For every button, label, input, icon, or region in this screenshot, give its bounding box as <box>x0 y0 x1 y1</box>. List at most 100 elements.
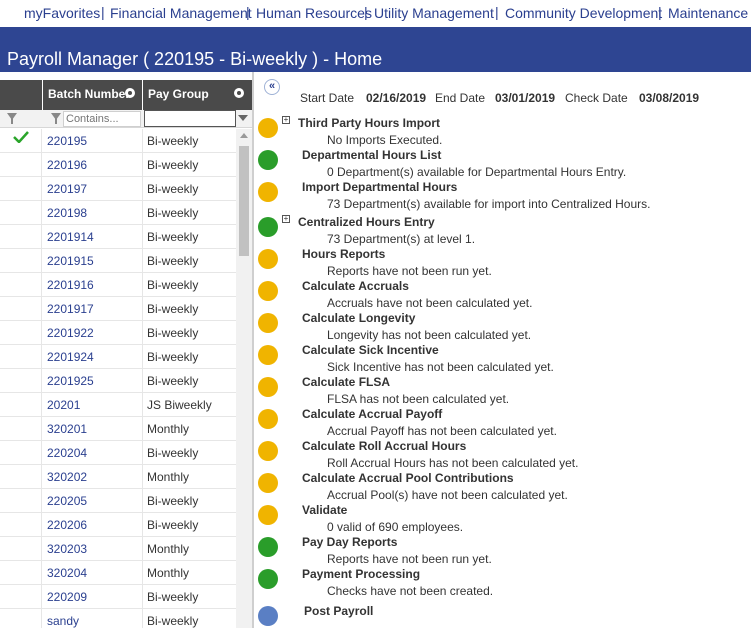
table-row[interactable]: 320203 Monthly <box>0 537 236 561</box>
table-row[interactable]: 220209 Bi-weekly <box>0 585 236 609</box>
row-select-cell[interactable] <box>0 177 42 201</box>
batch-number-link[interactable]: 320204 <box>47 566 87 580</box>
task-name-link[interactable]: Centralized Hours Entry <box>298 215 435 229</box>
table-row[interactable]: 2201916 Bi-weekly <box>0 273 236 297</box>
row-select-cell[interactable] <box>0 561 42 585</box>
scroll-up-icon[interactable] <box>240 133 248 138</box>
row-select-cell[interactable] <box>0 537 42 561</box>
row-select-cell[interactable] <box>0 249 42 273</box>
batch-number-link[interactable]: 2201925 <box>47 374 94 388</box>
expand-plus-icon[interactable]: + <box>282 116 290 124</box>
batch-number-link[interactable]: 2201917 <box>47 302 94 316</box>
grid-scrollbar[interactable] <box>236 129 252 628</box>
task-name-link[interactable]: Departmental Hours List <box>302 148 441 162</box>
batch-number-link[interactable]: 220197 <box>47 182 87 196</box>
task-name-link[interactable]: Calculate Sick Incentive <box>302 343 439 357</box>
task-name-link[interactable]: Calculate Accruals <box>302 279 409 293</box>
table-row[interactable]: 220197 Bi-weekly <box>0 177 236 201</box>
collapse-panel-button[interactable]: « <box>264 79 280 95</box>
row-select-cell[interactable] <box>0 585 42 609</box>
pay-group-filter-dropdown[interactable] <box>144 110 236 127</box>
task-name-link[interactable]: Calculate Longevity <box>302 311 415 325</box>
batch-number-link[interactable]: 2201922 <box>47 326 94 340</box>
row-select-cell[interactable] <box>0 465 42 489</box>
row-select-cell[interactable] <box>0 201 42 225</box>
nav-financial-management[interactable]: Financial Management <box>110 5 252 21</box>
scrollbar-thumb[interactable] <box>239 146 249 256</box>
row-select-cell[interactable] <box>0 345 42 369</box>
batch-number-link[interactable]: 20201 <box>47 398 80 412</box>
filter-icon[interactable] <box>7 113 17 124</box>
table-row[interactable]: 220204 Bi-weekly <box>0 441 236 465</box>
batch-number-link[interactable]: 220198 <box>47 206 87 220</box>
column-header-batch-number[interactable]: Batch Number <box>43 80 142 110</box>
table-row[interactable]: 220198 Bi-weekly <box>0 201 236 225</box>
task-name-link[interactable]: Pay Day Reports <box>302 535 397 549</box>
table-row[interactable]: 220195 Bi-weekly <box>0 129 236 153</box>
table-row[interactable]: 2201925 Bi-weekly <box>0 369 236 393</box>
table-row[interactable]: 320201 Monthly <box>0 417 236 441</box>
task-name-link[interactable]: Calculate Roll Accrual Hours <box>302 439 466 453</box>
row-select-cell[interactable] <box>0 273 42 297</box>
nav-utility-management[interactable]: Utility Management <box>374 5 494 21</box>
row-select-cell[interactable] <box>0 513 42 537</box>
column-header-pay-group[interactable]: Pay Group <box>143 80 252 110</box>
filter-icon[interactable] <box>51 113 61 124</box>
batch-number-link[interactable]: 220206 <box>47 518 87 532</box>
task-name-link[interactable]: Calculate FLSA <box>302 375 390 389</box>
task-name-link[interactable]: Post Payroll <box>304 604 373 618</box>
row-select-cell[interactable] <box>0 609 42 628</box>
batch-number-link[interactable]: 220196 <box>47 158 87 172</box>
batch-number-link[interactable]: 320203 <box>47 542 87 556</box>
batch-number-link[interactable]: 2201924 <box>47 350 94 364</box>
batch-number-link[interactable]: 2201915 <box>47 254 94 268</box>
task-name-link[interactable]: Third Party Hours Import <box>298 116 440 130</box>
row-select-cell[interactable] <box>0 153 42 177</box>
table-row[interactable]: 20201 JS Biweekly <box>0 393 236 417</box>
column-settings-gear-icon[interactable] <box>125 88 135 98</box>
task-name-link[interactable]: Calculate Accrual Payoff <box>302 407 442 421</box>
task-name-link[interactable]: Payment Processing <box>302 567 420 581</box>
table-row[interactable]: 2201917 Bi-weekly <box>0 297 236 321</box>
task-name-link[interactable]: Import Departmental Hours <box>302 180 457 194</box>
table-row[interactable]: 220206 Bi-weekly <box>0 513 236 537</box>
nav-human-resources[interactable]: Human Resources <box>256 5 372 21</box>
dropdown-arrow-icon[interactable] <box>238 115 248 121</box>
row-select-cell[interactable] <box>0 489 42 513</box>
nav-maintenance[interactable]: Maintenance <box>668 5 748 21</box>
row-select-cell[interactable] <box>0 321 42 345</box>
row-select-cell[interactable] <box>0 441 42 465</box>
table-row[interactable]: 2201922 Bi-weekly <box>0 321 236 345</box>
expand-plus-icon[interactable]: + <box>282 215 290 223</box>
batch-number-link[interactable]: 220205 <box>47 494 87 508</box>
batch-number-link[interactable]: 2201916 <box>47 278 94 292</box>
task-name-link[interactable]: Validate <box>302 503 347 517</box>
nav-myfavorites[interactable]: myFavorites <box>24 5 100 21</box>
table-row[interactable]: 2201924 Bi-weekly <box>0 345 236 369</box>
row-select-cell[interactable] <box>0 393 42 417</box>
column-settings-gear-icon[interactable] <box>234 88 244 98</box>
batch-number-link[interactable]: 320201 <box>47 422 87 436</box>
batch-number-link[interactable]: 320202 <box>47 470 87 484</box>
row-select-cell[interactable] <box>0 417 42 441</box>
table-row[interactable]: 220196 Bi-weekly <box>0 153 236 177</box>
batch-number-link[interactable]: 220209 <box>47 590 87 604</box>
table-row[interactable]: 2201915 Bi-weekly <box>0 249 236 273</box>
batch-number-link[interactable]: 220204 <box>47 446 87 460</box>
row-select-cell[interactable] <box>0 369 42 393</box>
batch-number-link[interactable]: 220195 <box>47 134 87 148</box>
task-name-link[interactable]: Hours Reports <box>302 247 385 261</box>
table-row[interactable]: 320202 Monthly <box>0 465 236 489</box>
batch-number-link[interactable]: 2201914 <box>47 230 94 244</box>
batch-number-link[interactable]: sandy <box>47 614 79 628</box>
nav-community-development[interactable]: Community Development <box>505 5 662 21</box>
row-select-cell[interactable] <box>0 129 42 153</box>
row-select-cell[interactable] <box>0 225 42 249</box>
table-row[interactable]: 220205 Bi-weekly <box>0 489 236 513</box>
task-name-link[interactable]: Calculate Accrual Pool Contributions <box>302 471 514 485</box>
table-row[interactable]: sandy Bi-weekly <box>0 609 236 628</box>
row-select-cell[interactable] <box>0 297 42 321</box>
table-row[interactable]: 320204 Monthly <box>0 561 236 585</box>
table-row[interactable]: 2201914 Bi-weekly <box>0 225 236 249</box>
batch-number-filter-input[interactable] <box>63 111 141 127</box>
